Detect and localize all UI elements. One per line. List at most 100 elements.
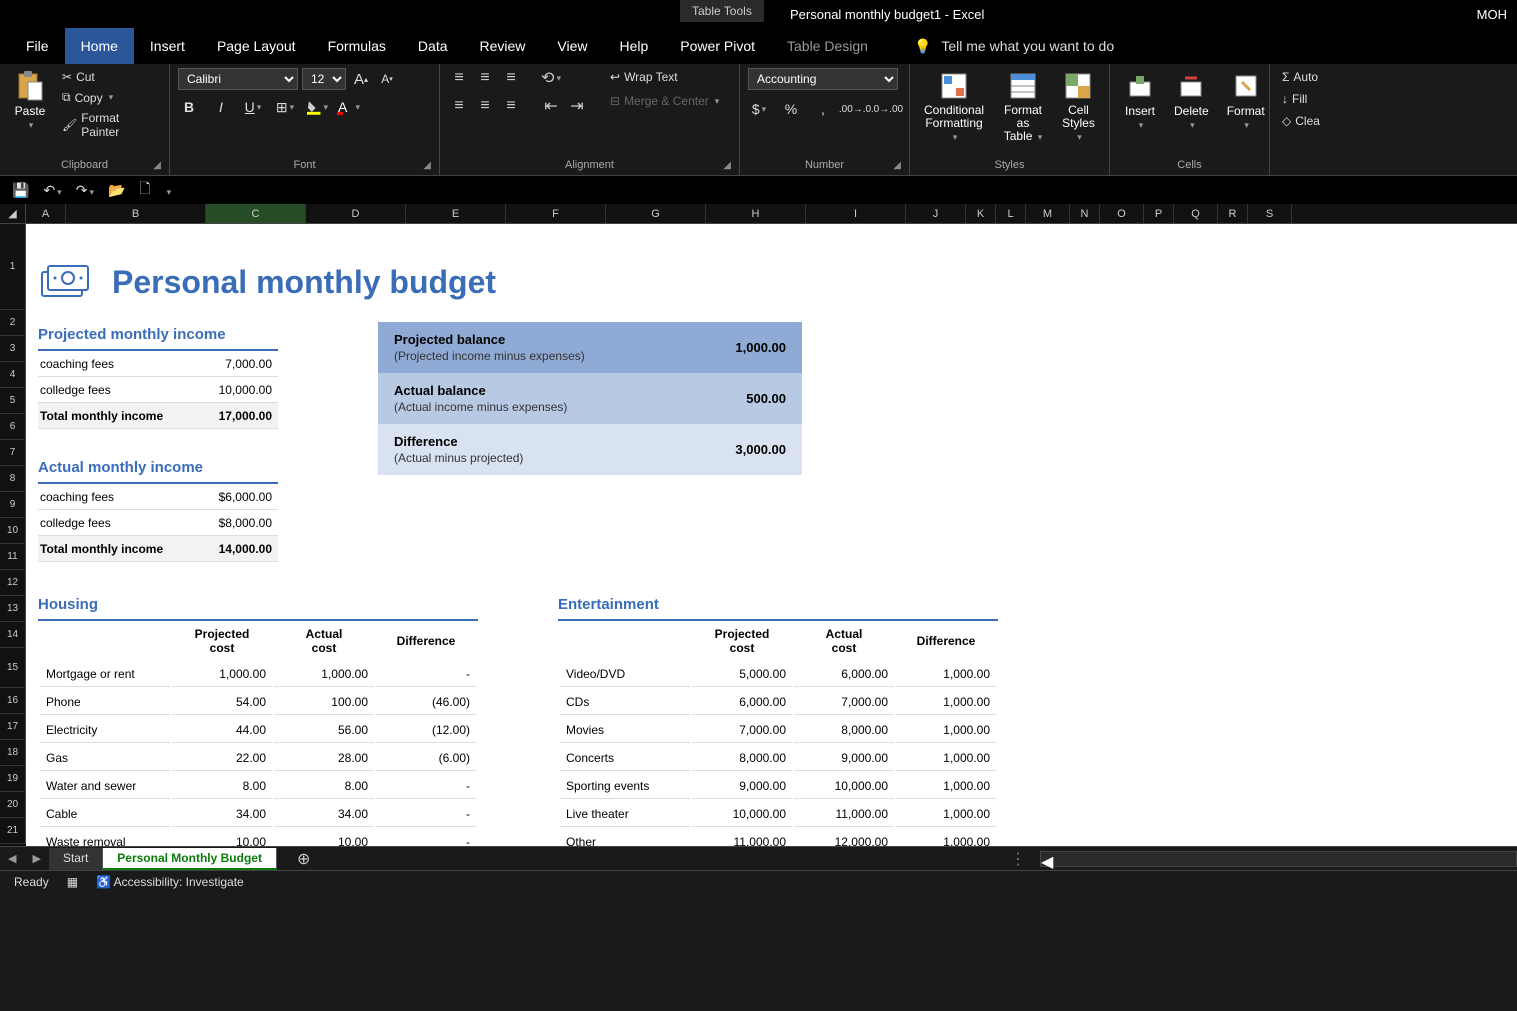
underline-button[interactable]: U▾ [242,96,264,118]
table-row[interactable]: colledge fees$8,000.00 [38,510,278,536]
column-header[interactable]: J [906,204,966,223]
tab-file[interactable]: File [10,28,65,64]
row-header[interactable]: 3 [0,336,26,362]
column-header[interactable]: H [706,204,806,223]
column-header[interactable]: M [1026,204,1070,223]
tell-me-search[interactable]: 💡Tell me what you want to do [914,28,1114,64]
row-header[interactable]: 17 [0,714,26,740]
column-header[interactable]: L [996,204,1026,223]
font-name-select[interactable]: Calibri [178,68,298,90]
table-row[interactable]: coaching fees$6,000.00 [38,484,278,510]
align-right-button[interactable]: ≡ [500,96,522,116]
row-header[interactable]: 18 [0,740,26,766]
column-header[interactable]: K [966,204,996,223]
percent-button[interactable]: % [780,98,802,120]
add-sheet-button[interactable]: ⊕ [297,849,310,869]
row-header[interactable]: 20 [0,792,26,818]
merge-center-button[interactable]: ⊟Merge & Center▾ [606,92,723,110]
align-center-button[interactable]: ≡ [474,96,496,116]
dialog-launcher-icon[interactable]: ◢ [153,160,161,171]
dialog-launcher-icon[interactable]: ◢ [893,160,901,171]
paste-button[interactable]: Paste ▾ [8,68,52,133]
row-header[interactable]: 6 [0,414,26,440]
select-all-button[interactable]: ◢ [0,204,26,223]
tab-view[interactable]: View [541,28,603,64]
sheet-tab[interactable]: Start [49,848,103,870]
column-header[interactable]: P [1144,204,1174,223]
table-row[interactable]: CDs6,000.007,000.001,000.00 [560,689,996,715]
tab-split-handle[interactable]: ⋮ [1010,849,1026,869]
comma-button[interactable]: , [812,98,834,120]
column-header[interactable]: F [506,204,606,223]
row-header[interactable]: 8 [0,466,26,492]
row-header[interactable]: 10 [0,518,26,544]
cut-button[interactable]: ✂Cut [58,68,161,86]
tab-home[interactable]: Home [65,28,134,64]
save-button[interactable]: 💾 [12,182,29,199]
format-cells-button[interactable]: Format▾ [1221,68,1271,133]
row-header[interactable]: 4 [0,362,26,388]
column-header[interactable]: A [26,204,66,223]
font-color-button[interactable]: A ▾ [338,96,360,118]
table-row[interactable]: Concerts8,000.009,000.001,000.00 [560,745,996,771]
increase-indent-button[interactable]: ⇥ [566,96,588,116]
redo-button[interactable]: ↷▾ [76,182,94,199]
tab-power-pivot[interactable]: Power Pivot [664,28,771,64]
row-header[interactable]: 15 [0,648,26,688]
delete-cells-button[interactable]: Delete▾ [1168,68,1215,133]
table-row[interactable]: Mortgage or rent1,000.001,000.00- [40,661,476,687]
column-header[interactable]: I [806,204,906,223]
table-row[interactable]: Waste removal10.0010.00- [40,829,476,846]
tab-help[interactable]: Help [604,28,665,64]
sheet-nav-prev[interactable]: ◀ [0,852,24,865]
wrap-text-button[interactable]: ↩Wrap Text [606,68,723,86]
horizontal-scrollbar[interactable]: ◀ [1040,851,1517,867]
entertainment-table[interactable]: ProjectedcostActualcostDifferenceVideo/D… [558,621,998,846]
row-header[interactable]: 9 [0,492,26,518]
cell-styles-button[interactable]: CellStyles ▾ [1056,68,1101,146]
accounting-format-button[interactable]: $▾ [748,98,770,120]
align-middle-button[interactable]: ≡ [474,68,496,88]
row-header[interactable]: 21 [0,818,26,844]
format-as-table-button[interactable]: Format asTable ▾ [996,68,1050,146]
column-header[interactable]: E [406,204,506,223]
increase-font-button[interactable]: A▴ [350,68,372,90]
italic-button[interactable]: I [210,96,232,118]
row-header[interactable]: 2 [0,310,26,336]
column-header[interactable]: Q [1174,204,1218,223]
increase-decimal-button[interactable]: .00→.0 [844,98,866,120]
dialog-launcher-icon[interactable]: ◢ [423,160,431,171]
column-header[interactable]: O [1100,204,1144,223]
row-header[interactable]: 16 [0,688,26,714]
sheet-tab[interactable]: Personal Monthly Budget [103,848,277,870]
row-header[interactable]: 7 [0,440,26,466]
worksheet[interactable]: Personal monthly budget Projected monthl… [26,224,1517,846]
decrease-indent-button[interactable]: ⇤ [540,96,562,116]
table-row[interactable]: Sporting events9,000.0010,000.001,000.00 [560,773,996,799]
undo-button[interactable]: ↶▾ [43,182,61,199]
tab-table-design[interactable]: Table Design [771,28,884,64]
table-row[interactable]: Video/DVD5,000.006,000.001,000.00 [560,661,996,687]
clear-button[interactable]: ◇Clea [1278,112,1324,130]
orientation-button[interactable]: ⟲▾ [540,68,562,88]
row-header[interactable]: 19 [0,766,26,792]
column-header[interactable]: R [1218,204,1248,223]
row-header[interactable]: 1 [0,224,26,310]
insert-cells-button[interactable]: Insert▾ [1118,68,1162,133]
bold-button[interactable]: B [178,96,200,118]
tab-data[interactable]: Data [402,28,464,64]
table-row[interactable]: Other11,000.0012,000.001,000.00 [560,829,996,846]
decrease-font-button[interactable]: A▾ [376,68,398,90]
column-header[interactable]: C [206,204,306,223]
table-row[interactable]: coaching fees7,000.00 [38,351,278,377]
copy-button[interactable]: ⧉Copy▾ [58,88,161,107]
column-header[interactable]: S [1248,204,1292,223]
row-header[interactable]: 14 [0,622,26,648]
table-row[interactable]: Cable34.0034.00- [40,801,476,827]
row-header[interactable]: 13 [0,596,26,622]
sheet-nav-next[interactable]: ▶ [24,852,48,865]
row-header[interactable]: 12 [0,570,26,596]
align-bottom-button[interactable]: ≡ [500,68,522,88]
new-button[interactable]: 🗋 [139,178,150,202]
qat-customize-button[interactable]: ▾ [165,182,172,198]
